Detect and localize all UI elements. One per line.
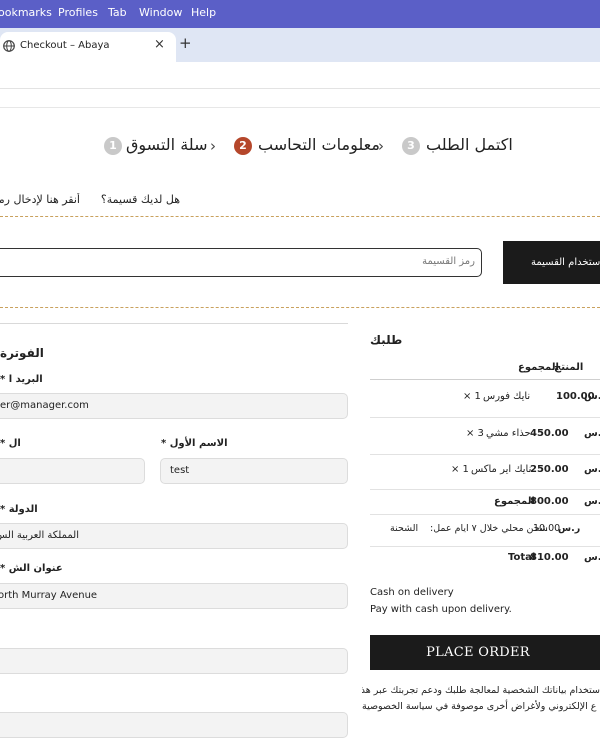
coupon-divider-bottom <box>0 307 600 308</box>
email-field[interactable]: er@manager.com <box>0 393 348 419</box>
first-name-label: الاسم الأول * <box>161 438 228 449</box>
menu-profiles[interactable]: Profiles <box>58 6 98 19</box>
order-row-divider <box>370 417 600 418</box>
privacy-notice: ستخدام بياناتك الشخصية لمعالجة طلبك ودعم… <box>362 683 600 715</box>
last-name-field[interactable] <box>0 458 145 484</box>
order-item-name: نايك فورس <box>483 391 530 402</box>
order-item-currency: ر.س <box>584 391 600 402</box>
step-billing-label: معلومات التحاسب <box>258 135 380 154</box>
tab-title: Checkout – Abaya <box>20 40 110 51</box>
address-line-2-field[interactable] <box>0 648 348 674</box>
address-label: عنوان الش * <box>0 563 63 574</box>
order-item-name: حذاء مشي <box>486 428 531 439</box>
order-item-currency: ر.س <box>584 464 600 475</box>
first-name-field[interactable]: test <box>160 458 348 484</box>
step-billing-number: 2 <box>234 137 252 155</box>
order-item-qty: × 1 <box>463 391 481 402</box>
browser-tab[interactable]: Checkout – Abaya × <box>0 32 176 62</box>
shipping-label: الشحنة <box>390 523 418 534</box>
subtotal-label: المجموع <box>494 496 535 507</box>
order-row-divider <box>370 489 600 490</box>
menu-bookmarks[interactable]: ookmarks <box>0 6 52 19</box>
menu-window[interactable]: Window <box>139 6 182 19</box>
payment-method-description: Pay with cash upon delivery. <box>370 604 512 615</box>
order-header-divider <box>370 379 600 380</box>
country-select[interactable]: المملكة العربية الس <box>0 523 348 549</box>
order-row-divider <box>370 546 600 547</box>
column-total: المجموع <box>518 362 559 373</box>
apply-coupon-button[interactable]: استخدام القسيمة <box>503 241 600 284</box>
subtotal-value: 800.00 <box>530 496 569 507</box>
browser-toolbar: ‹ <box>0 62 600 89</box>
payment-method-title[interactable]: Cash on delivery <box>370 587 454 598</box>
coupon-divider-top <box>0 216 600 217</box>
next-field[interactable] <box>0 712 348 738</box>
chevron-icon: › <box>210 137 216 155</box>
order-item-name: نايك اير ماكس <box>471 464 531 475</box>
order-item-currency: ر.س <box>584 428 600 439</box>
subtotal-currency: ر.س <box>584 496 600 507</box>
shipping-method[interactable]: شحن محلي خلال ٧ ايام عمل: <box>430 523 548 534</box>
billing-title: الفوترة <box>0 346 44 360</box>
order-title: طلبك <box>370 333 402 347</box>
order-item-qty: × 3 <box>466 428 484 439</box>
shipping-currency: ر.س <box>558 523 580 534</box>
total-currency: ر.س <box>584 552 600 563</box>
step-cart-label[interactable]: سلة التسوق <box>126 135 207 154</box>
country-label: الدولة * <box>0 504 38 515</box>
coupon-code-input[interactable] <box>0 249 483 274</box>
close-icon[interactable]: × <box>154 37 165 52</box>
order-item-price: 250.00 <box>530 464 569 475</box>
street-address-field[interactable]: orth Murray Avenue <box>0 583 348 609</box>
step-complete-label: اكتمل الطلب <box>426 135 513 154</box>
place-order-button[interactable]: PLACE ORDER <box>370 635 600 670</box>
email-label: البريد ا * <box>0 374 43 385</box>
order-item-price: 450.00 <box>530 428 569 439</box>
step-cart-number: 1 <box>104 137 122 155</box>
menu-tab[interactable]: Tab <box>108 6 127 19</box>
billing-divider <box>0 323 348 324</box>
total-value: 810.00 <box>530 552 569 563</box>
coupon-code-input-wrap <box>0 248 482 277</box>
globe-icon <box>3 40 15 52</box>
privacy-line: ع الإلكتروني ولأغراض أخرى موصوفة في سياس… <box>362 699 600 715</box>
new-tab-button[interactable]: + <box>179 34 192 52</box>
order-row-divider <box>370 514 600 515</box>
menu-bar: ookmarks Profiles Tab Window Help <box>0 0 600 28</box>
menu-help[interactable]: Help <box>191 6 216 19</box>
order-row-divider <box>370 454 600 455</box>
step-complete-number: 3 <box>402 137 420 155</box>
order-item-qty: × 1 <box>451 464 469 475</box>
privacy-line: ستخدام بياناتك الشخصية لمعالجة طلبك ودعم… <box>362 683 600 699</box>
header-divider <box>0 107 600 108</box>
coupon-toggle-link[interactable]: أنقر هنا لإدخال رمز <box>0 193 80 206</box>
shipping-value: 10.00 <box>533 523 560 534</box>
last-name-label: ال * <box>0 438 21 449</box>
